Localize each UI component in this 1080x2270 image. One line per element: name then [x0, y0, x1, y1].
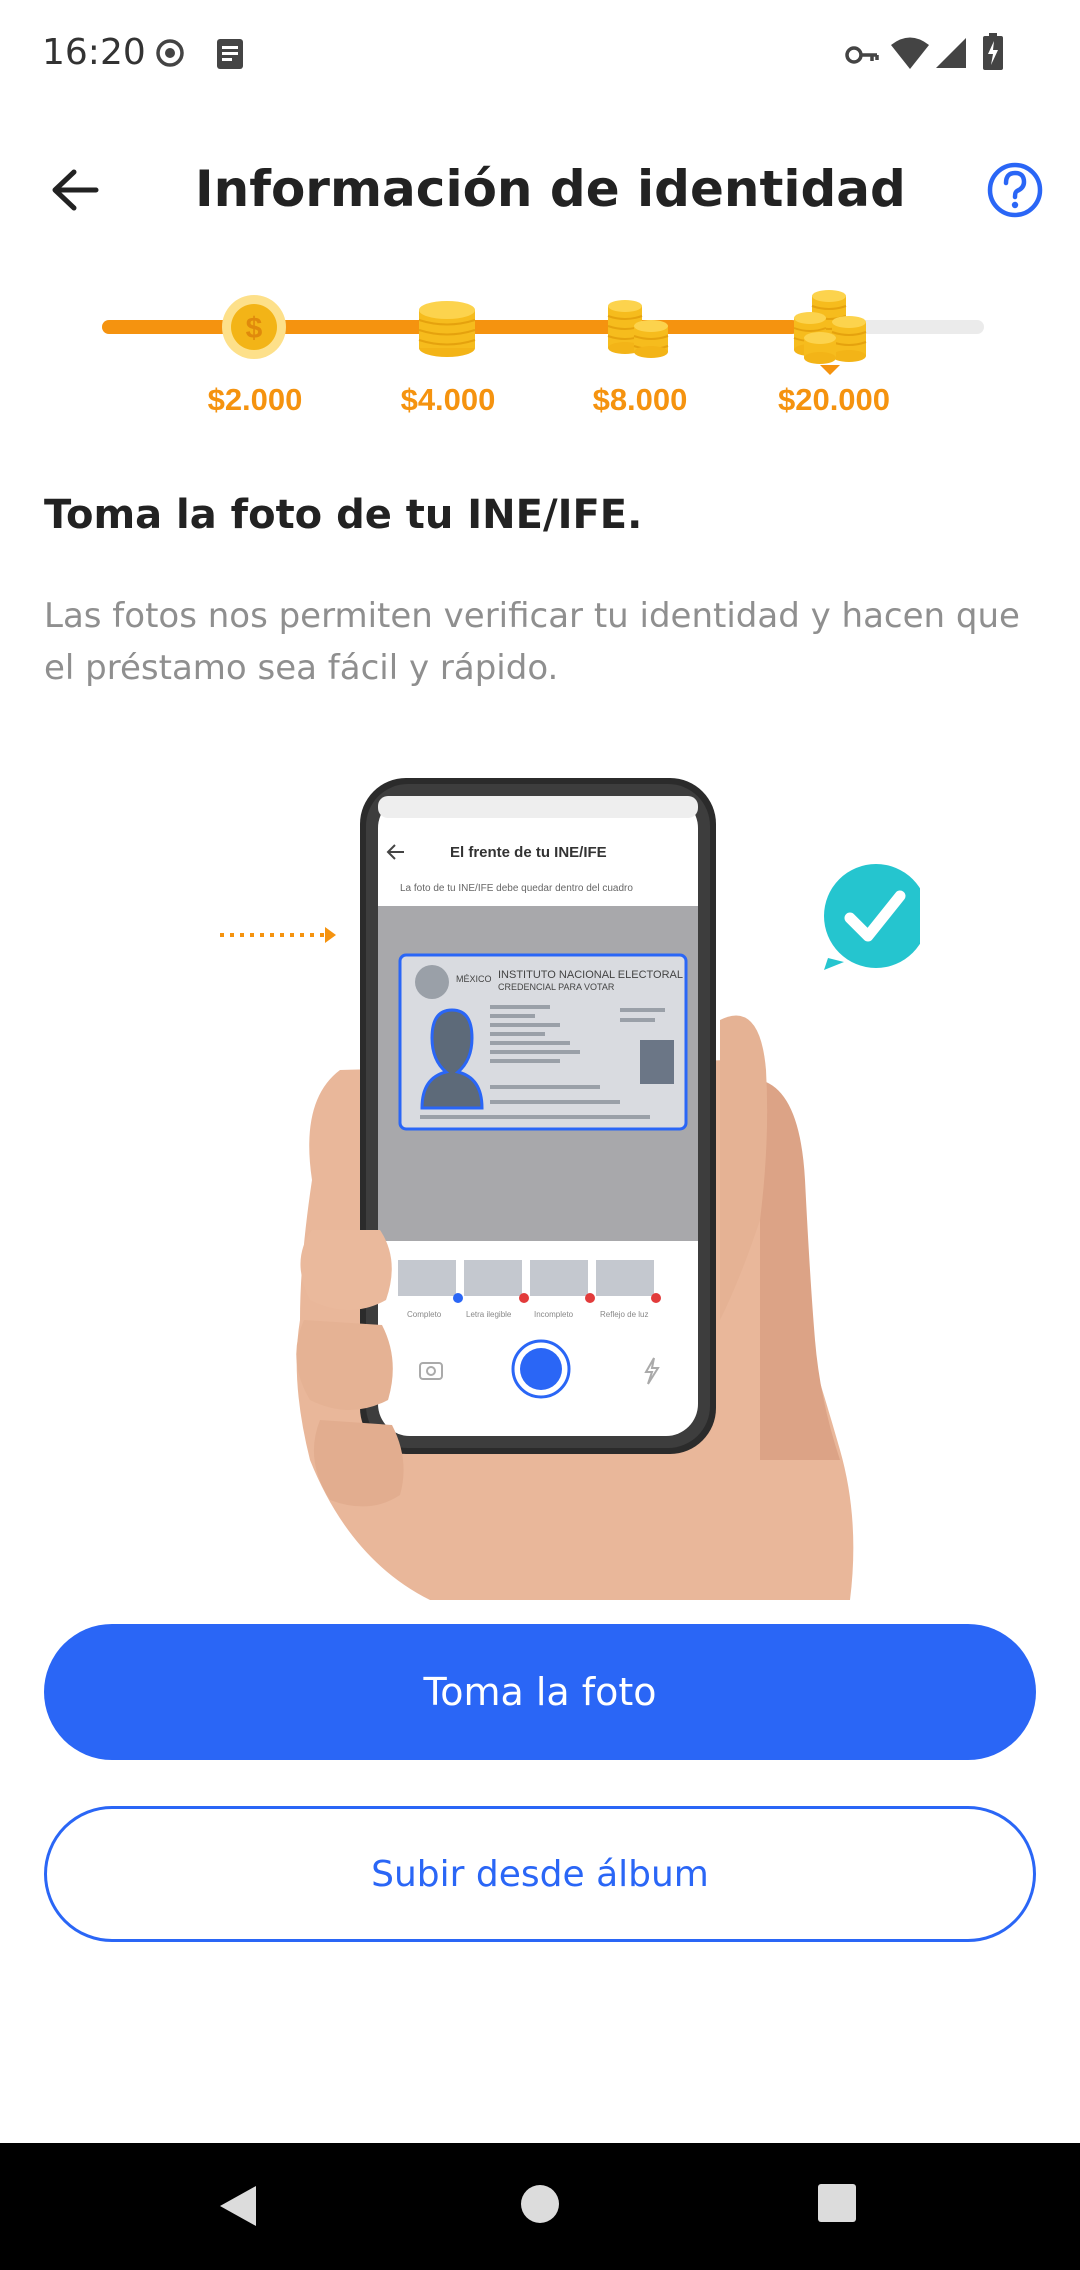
upload-from-album-button[interactable]: Subir desde álbum: [44, 1806, 1036, 1942]
wifi-icon: [891, 37, 929, 69]
card-line2: CREDENCIAL PARA VOTAR: [498, 982, 615, 992]
step-amount: $2.000: [207, 382, 303, 417]
coin-icon: $: [222, 295, 286, 359]
nav-recents-icon[interactable]: [817, 2183, 857, 2223]
card-country: MÉXICO: [456, 974, 492, 984]
thumb-label: Incompleto: [534, 1310, 574, 1319]
coin-stacks-icon: [607, 300, 669, 358]
thumb-label: Reflejo de luz: [600, 1310, 648, 1319]
step-amount: $8.000: [592, 382, 688, 417]
system-nav-bar: [0, 2143, 1080, 2270]
nav-back-icon[interactable]: [216, 2183, 260, 2229]
page-title: Información de identidad: [195, 160, 906, 218]
thumb-label: Letra ilegible: [466, 1310, 512, 1319]
coin-stack-icon: [418, 301, 476, 357]
current-step-caret: [820, 365, 840, 375]
svg-text:$: $: [246, 312, 263, 345]
coin-pile-icon: [793, 290, 867, 364]
status-time: 16:20: [42, 32, 146, 73]
app-header: Información de identidad: [0, 130, 1080, 250]
help-icon: [987, 162, 1043, 218]
nav-home-icon[interactable]: [519, 2183, 561, 2225]
check-bubble-icon: [824, 864, 920, 970]
screen-hint: La foto de tu INE/IFE debe quedar dentro…: [400, 883, 633, 894]
help-button[interactable]: [985, 160, 1045, 220]
step-amount-current: $20.000: [777, 382, 891, 417]
dotted-arrow-icon: [220, 927, 336, 943]
take-photo-button[interactable]: Toma la foto: [44, 1624, 1036, 1760]
card-line1: INSTITUTO NACIONAL ELECTORAL: [498, 969, 683, 981]
instruction-title: Toma la foto de tu INE/IFE.: [44, 492, 643, 538]
thumb-label: Completo: [407, 1310, 442, 1319]
battery-charging-icon: [983, 33, 1003, 70]
back-button[interactable]: [40, 155, 110, 225]
loan-progress: $ $2.000 $4.000 $8.000 $20.000: [0, 280, 1080, 430]
step-amount: $4.000: [400, 382, 496, 417]
instruction-description: Las fotos nos permiten verificar tu iden…: [44, 596, 1020, 688]
note-icon: [217, 39, 243, 69]
signal-icon: [936, 38, 966, 68]
key-icon: [845, 46, 879, 64]
back-arrow-icon: [52, 169, 99, 211]
screen-title: El frente de tu INE/IFE: [450, 844, 607, 861]
record-icon: [156, 39, 184, 67]
status-bar: 16:20: [0, 0, 1080, 110]
hand-phone-illustration: El frente de tu INE/IFE La foto de tu IN…: [220, 778, 920, 1600]
